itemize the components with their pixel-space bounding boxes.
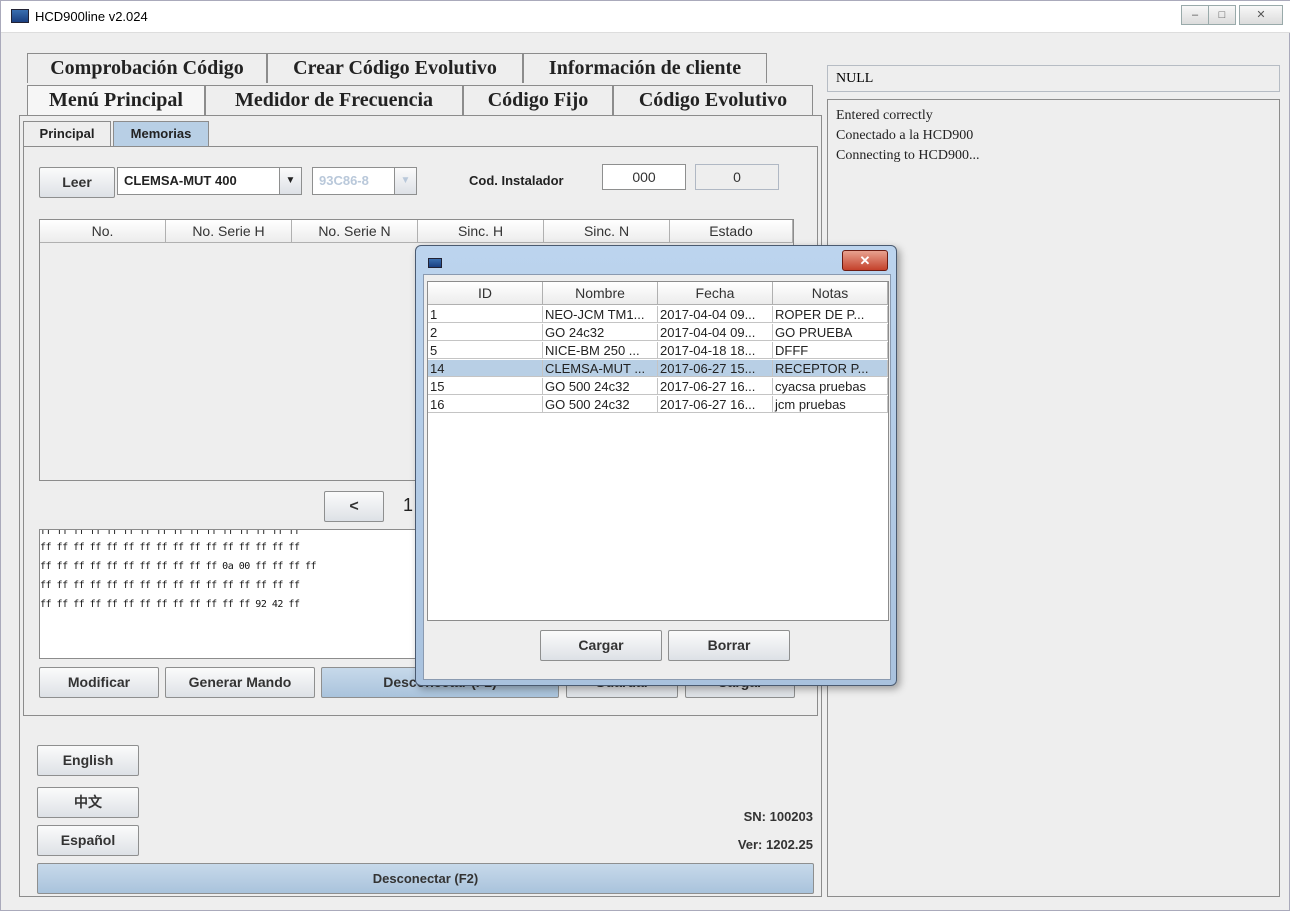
hex-line: ff ff ff ff ff ff ff ff ff ff ff ff ff f… [40,580,300,591]
table-cell-notas: DFFF [773,342,888,359]
table-cell-fecha: 2017-06-27 16... [658,378,773,395]
table-cell-fecha: 2017-04-04 09... [658,324,773,341]
chip-select-value: 93C86-8 [319,173,369,188]
english-button[interactable]: English [37,745,139,776]
hex-line: ff ff ff ff ff ff ff ff ff ff ff ff ff f… [40,542,300,553]
column-header[interactable]: Fecha [658,282,773,305]
table-cell-fecha: 2017-04-04 09... [658,306,773,323]
tab-medidor-frecuencia[interactable]: Medidor de Frecuencia [205,85,463,115]
title-bar: HCD900line v2.024 – □ ✕ [1,1,1290,33]
column-header[interactable]: Sinc. H [418,220,544,243]
table-cell-id: 15 [428,378,543,395]
model-select[interactable]: CLEMSA-MUT 400 ▼ [117,167,302,195]
column-header[interactable]: No. Serie N [292,220,418,243]
log-line: Conectado a la HCD900 [836,128,974,143]
memory-load-dialog: ✕ ID Nombre Fecha Notas 1 NEO-JCM TM1... 2… [415,245,897,686]
cod-instalador-label: Cod. Instalador [469,173,564,188]
hex-line: ff ff ff ff ff ff ff ff ff ff ff ff ff 9… [40,599,300,610]
table-cell-notas: cyacsa pruebas [773,378,888,395]
tab-principal[interactable]: Principal [23,121,111,147]
table-cell-notas: ROPER DE P... [773,306,888,323]
serial-number: SN: 100203 [743,809,813,824]
hex-line: ff ff ff ff ff ff ff ff ff ff ff 0a 00 f… [40,561,317,572]
log-line: Connecting to HCD900... [836,148,980,163]
hex-line: ff ff ff ff ff ff ff ff ff ff ff ff ff f… [40,530,300,537]
table-cell-fecha: 2017-06-27 16... [658,396,773,413]
window-title: HCD900line v2.024 [35,9,148,24]
tab-comprobacion-codigo[interactable]: Comprobación Código [27,53,267,83]
table-cell-nombre: NICE-BM 250 ... [543,342,658,359]
spanish-button[interactable]: Español [37,825,139,856]
column-header[interactable]: Nombre [543,282,658,305]
app-icon [11,9,29,23]
table-cell-nombre: GO 500 24c32 [543,378,658,395]
modificar-button[interactable]: Modificar [39,667,159,698]
column-header[interactable]: Notas [773,282,888,305]
prev-page-button[interactable]: < [324,491,384,522]
dialog-close-button[interactable]: ✕ [842,250,888,271]
column-header[interactable]: ID [428,282,543,305]
tab-codigo-evolutivo[interactable]: Código Evolutivo [613,85,813,115]
dialog-app-icon [428,258,442,268]
table-cell-notas: jcm pruebas [773,396,888,413]
dialog-cargar-button[interactable]: Cargar [540,630,662,661]
tab-informacion-cliente[interactable]: Información de cliente [523,53,767,83]
generar-mando-button[interactable]: Generar Mando [165,667,315,698]
desconectar-button[interactable]: Desconectar (F2) [37,863,814,894]
dialog-table: ID Nombre Fecha Notas 1 NEO-JCM TM1... 201… [427,281,889,621]
tab-memorias[interactable]: Memorias [113,121,209,147]
cod-instalador-extra-field: 0 [695,164,779,190]
table-cell-nombre: NEO-JCM TM1... [543,306,658,323]
table-cell-id: 1 [428,306,543,323]
table-cell-fecha: 2017-04-18 18... [658,342,773,359]
tab-menu-principal[interactable]: Menú Principal [27,85,205,115]
column-header[interactable]: Sinc. N [544,220,670,243]
leer-button[interactable]: Leer [39,167,115,198]
table-cell-nombre: GO 24c32 [543,324,658,341]
hex-text-area[interactable]: ff ff ff ff ff ff ff ff ff ff ff ff ff f… [39,529,419,659]
page-number: 1 [403,495,414,515]
chevron-down-icon: ▼ [279,168,301,194]
minimize-button[interactable]: – [1181,5,1209,25]
chip-select[interactable]: 93C86-8 ▼ [312,167,417,195]
table-cell-id: 16 [428,396,543,413]
chevron-down-icon: ▼ [394,168,416,194]
log-line: Entered correctly [836,108,933,123]
table-cell-notas: GO PRUEBA [773,324,888,341]
tab-crear-codigo-evolutivo[interactable]: Crear Código Evolutivo [267,53,523,83]
dialog-body: ID Nombre Fecha Notas 1 NEO-JCM TM1... 201… [423,274,891,680]
table-cell-notas: RECEPTOR P... [773,360,888,377]
maximize-button[interactable]: □ [1208,5,1236,25]
table-cell-fecha: 2017-06-27 15... [658,360,773,377]
table-cell-nombre: CLEMSA-MUT ... [543,360,658,377]
table-cell-id: 2 [428,324,543,341]
chinese-button[interactable]: 中文 [37,787,139,818]
cod-instalador-field[interactable]: 000 [602,164,686,190]
table-cell-id: 14 [428,360,543,377]
tab-codigo-fijo[interactable]: Código Fijo [463,85,613,115]
status-field: NULL [827,65,1280,92]
version-number: Ver: 1202.25 [737,837,813,852]
column-header[interactable]: No. Serie H [166,220,292,243]
table-cell-id: 5 [428,342,543,359]
close-button[interactable]: ✕ [1239,5,1283,25]
column-header[interactable]: Estado [670,220,793,243]
table-cell-nombre: GO 500 24c32 [543,396,658,413]
model-select-value: CLEMSA-MUT 400 [124,173,237,188]
column-header[interactable]: No. [40,220,166,243]
app-window: HCD900line v2.024 – □ ✕ Comprobación Cód… [0,0,1290,911]
dialog-borrar-button[interactable]: Borrar [668,630,790,661]
